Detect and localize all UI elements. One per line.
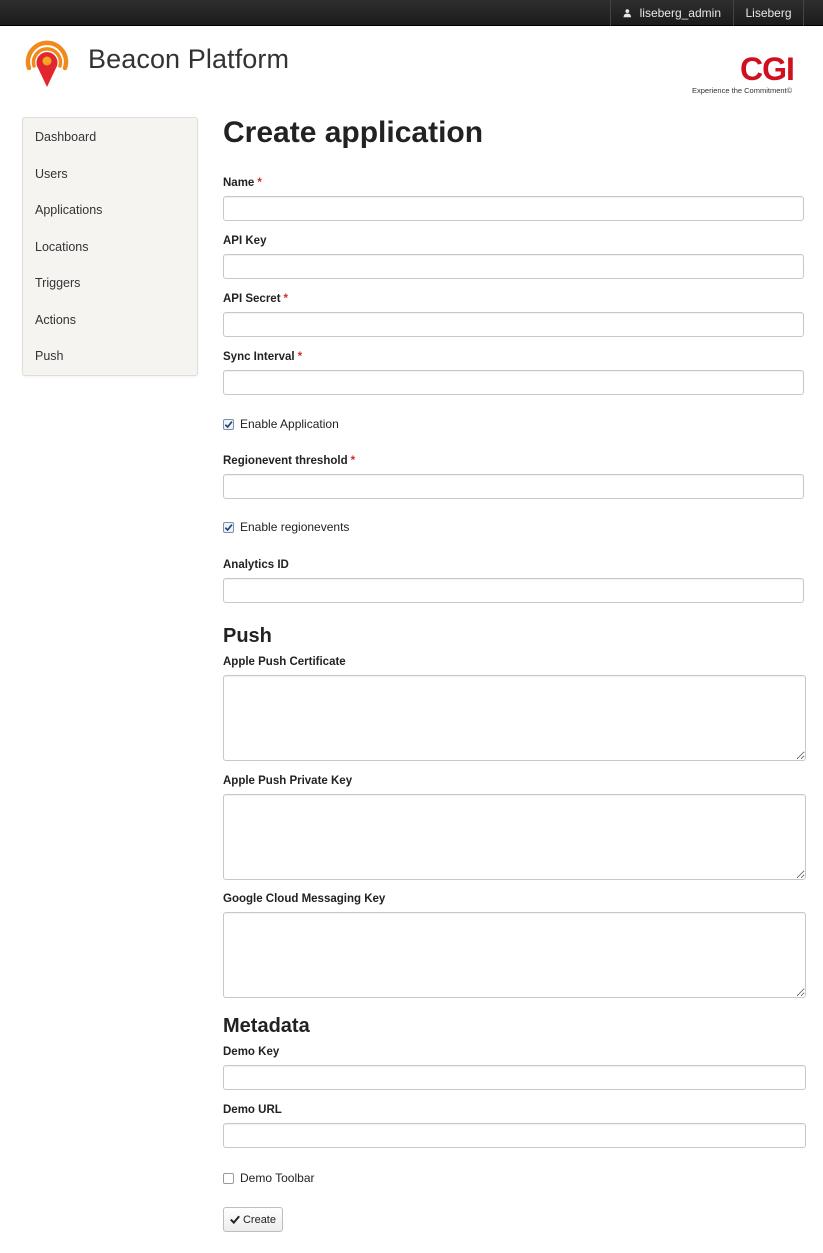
top-navbar: liseberg_admin Liseberg [0,0,823,26]
required-marker: * [350,455,356,467]
user-icon [623,9,632,18]
regionevent-threshold-label: Regionevent threshold * [223,455,356,467]
check-icon [224,523,233,531]
sidebar-item-dashboard[interactable]: Dashboard [23,119,197,156]
organization-menu[interactable]: Liseberg [733,0,804,26]
google-cloud-messaging-key-label: Google Cloud Messaging Key [223,893,386,905]
check-icon [230,1215,240,1224]
user-menu[interactable]: liseberg_admin [610,0,733,26]
name-label: Name * [223,177,262,189]
apple-push-private-key-textarea[interactable] [223,794,806,880]
check-icon [224,420,233,428]
api-secret-input[interactable] [223,312,804,337]
demo-url-input[interactable] [223,1123,806,1148]
demo-key-input[interactable] [223,1065,806,1090]
brand-title[interactable]: Beacon Platform [88,44,289,75]
apple-push-private-key-label: Apple Push Private Key [223,775,353,787]
enable-application-checkbox[interactable] [223,418,234,430]
sidebar-item-triggers[interactable]: Triggers [23,265,197,302]
required-marker: * [297,351,303,363]
sidebar-item-users[interactable]: Users [23,156,197,193]
sync-interval-input[interactable] [223,370,804,395]
api-key-input[interactable] [223,254,804,279]
page-title: Create application [223,116,484,149]
google-cloud-messaging-key-textarea[interactable] [223,912,806,998]
enable-application-label: Enable Application [240,417,339,431]
enable-regionevents-row[interactable]: Enable regionevents [223,519,349,535]
push-section-title: Push [223,625,272,647]
sidebar-nav: Dashboard Users Applications Locations T… [22,117,198,376]
enable-application-row[interactable]: Enable Application [223,416,339,432]
demo-url-label: Demo URL [223,1104,282,1116]
enable-regionevents-checkbox[interactable] [223,521,234,533]
sidebar-item-push[interactable]: Push [23,338,197,375]
regionevent-threshold-input[interactable] [223,474,804,499]
demo-toolbar-checkbox[interactable] [223,1172,234,1184]
name-input[interactable] [223,196,804,221]
sidebar-item-locations[interactable]: Locations [23,229,197,266]
apple-push-certificate-textarea[interactable] [223,675,806,761]
enable-regionevents-label: Enable regionevents [240,520,350,534]
create-button-label: Create [242,1213,276,1226]
apple-push-certificate-label: Apple Push Certificate [223,656,346,668]
demo-toolbar-row[interactable]: Demo Toolbar [223,1170,314,1186]
required-marker: * [257,177,262,189]
create-button[interactable]: Create [223,1207,283,1232]
sidebar-item-actions[interactable]: Actions [23,302,197,339]
beacon-pin-icon [25,40,69,87]
sync-interval-label: Sync Interval * [223,351,303,363]
username-label: liseberg_admin [639,6,721,20]
partner-logo: CGI [740,51,795,87]
required-marker: * [283,293,289,305]
analytics-id-input[interactable] [223,578,804,603]
analytics-id-label: Analytics ID [223,559,289,571]
metadata-section-title: Metadata [223,1015,310,1037]
demo-key-label: Demo Key [223,1046,280,1058]
api-secret-label: API Secret * [223,293,289,305]
organization-label: Liseberg [745,6,792,20]
sidebar-item-applications[interactable]: Applications [23,192,197,229]
demo-toolbar-label: Demo Toolbar [240,1171,315,1185]
partner-tagline: Experience the Commitment© [692,86,793,95]
api-key-label: API Key [223,235,267,247]
